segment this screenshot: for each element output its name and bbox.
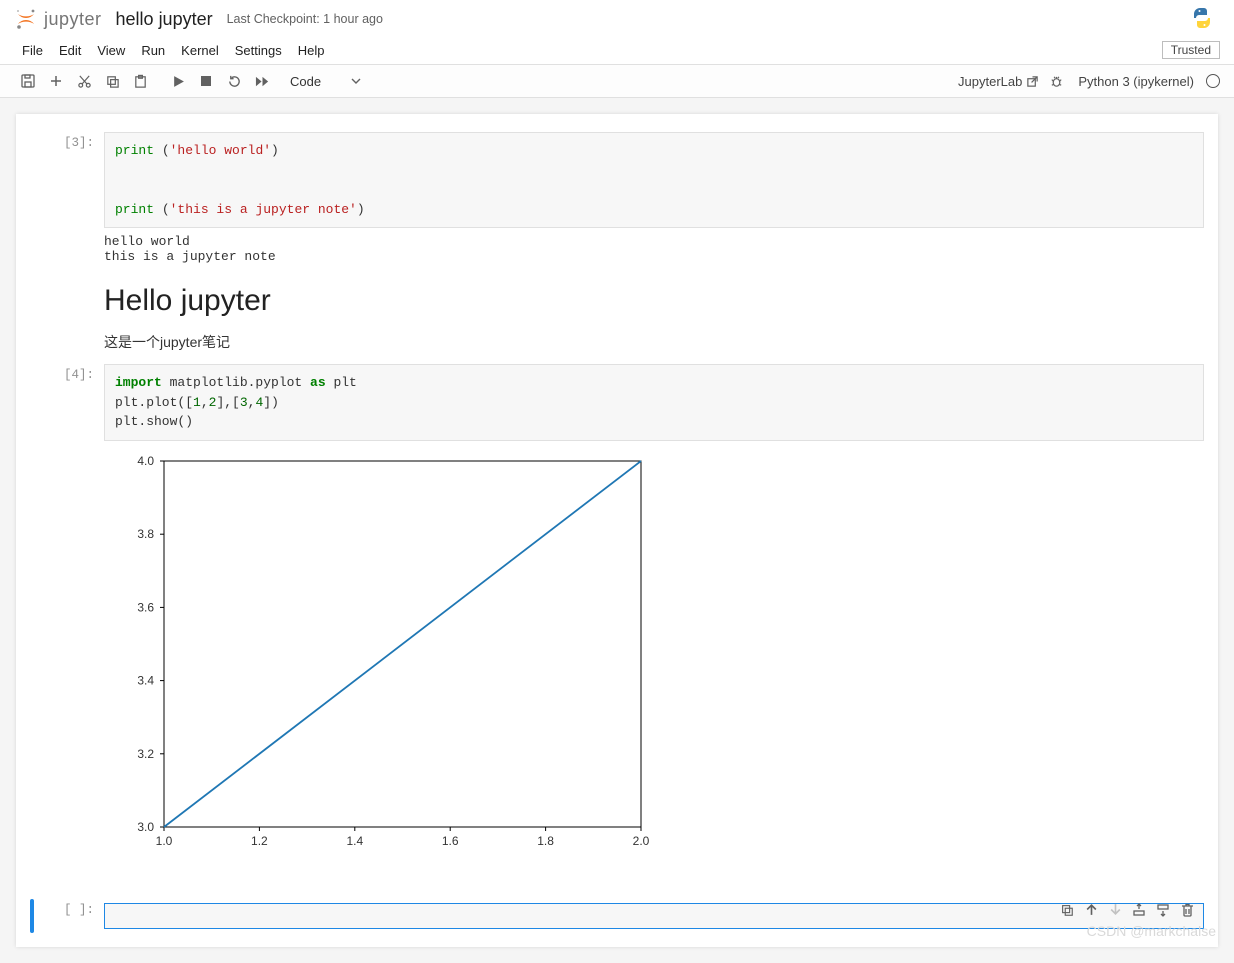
save-icon[interactable]: [14, 68, 42, 94]
jupyter-icon: [14, 7, 38, 31]
interrupt-icon[interactable]: [192, 68, 220, 94]
line-chart: 1.0 1.2 1.4 1.6 1.8 2.0 3.0 3.2 3.4 3.6 3.8 4.0: [104, 449, 659, 859]
python-icon: [1190, 6, 1214, 33]
svg-text:2.0: 2.0: [633, 834, 650, 848]
svg-text:3.2: 3.2: [137, 746, 154, 760]
cell-prompt: [3]:: [16, 132, 104, 264]
svg-text:1.8: 1.8: [537, 834, 554, 848]
code-cell[interactable]: [4]: import matplotlib.pyplot as plt plt…: [16, 360, 1218, 869]
markdown-paragraph: 这是一个jupyter笔记: [104, 332, 1204, 352]
menu-run[interactable]: Run: [133, 40, 173, 61]
code-input[interactable]: print ('hello world') print ('this is a …: [104, 132, 1204, 228]
trusted-badge[interactable]: Trusted: [1162, 41, 1220, 59]
restart-run-all-icon[interactable]: [248, 68, 276, 94]
kernel-name[interactable]: Python 3 (ipykernel): [1074, 74, 1198, 89]
jupyter-logo[interactable]: jupyter: [14, 7, 102, 31]
svg-text:1.2: 1.2: [251, 834, 268, 848]
paste-icon[interactable]: [126, 68, 154, 94]
svg-text:1.4: 1.4: [346, 834, 363, 848]
menu-settings[interactable]: Settings: [227, 40, 290, 61]
menu-edit[interactable]: Edit: [51, 40, 89, 61]
duplicate-cell-icon[interactable]: [1056, 899, 1078, 921]
restart-icon[interactable]: [220, 68, 248, 94]
menu-file[interactable]: File: [14, 40, 51, 61]
celltype-select[interactable]: Code: [284, 72, 367, 91]
cell-toolbar: [1056, 899, 1198, 921]
add-cell-icon[interactable]: [42, 68, 70, 94]
toolbar: Code JupyterLab Python 3 (ipykernel): [0, 64, 1234, 98]
run-icon[interactable]: [164, 68, 192, 94]
cell-prompt: [4]:: [16, 364, 104, 865]
header-bar: jupyter hello jupyter Last Checkpoint: 1…: [0, 0, 1234, 36]
insert-below-icon[interactable]: [1152, 899, 1174, 921]
move-up-icon[interactable]: [1080, 899, 1102, 921]
svg-text:1.6: 1.6: [442, 834, 459, 848]
checkpoint-text: Last Checkpoint: 1 hour ago: [227, 12, 383, 26]
markdown-rendered: Hello jupyter 这是一个jupyter笔记: [104, 272, 1204, 356]
debug-icon[interactable]: [1045, 68, 1068, 94]
code-input[interactable]: import matplotlib.pyplot as plt plt.plot…: [104, 364, 1204, 441]
svg-text:3.6: 3.6: [137, 600, 154, 614]
move-down-icon[interactable]: [1104, 899, 1126, 921]
insert-above-icon[interactable]: [1128, 899, 1150, 921]
chevron-down-icon: [351, 76, 361, 86]
markdown-cell[interactable]: Hello jupyter 这是一个jupyter笔记: [16, 268, 1218, 360]
celltype-label: Code: [290, 74, 321, 89]
delete-cell-icon[interactable]: [1176, 899, 1198, 921]
active-cell-indicator: [30, 899, 34, 933]
menu-bar: File Edit View Run Kernel Settings Help …: [0, 36, 1234, 64]
svg-text:1.0: 1.0: [156, 834, 173, 848]
svg-text:3.4: 3.4: [137, 673, 154, 687]
code-input[interactable]: [104, 903, 1204, 929]
notebook-paper: [3]: print ('hello world') print ('this …: [16, 114, 1218, 947]
svg-text:3.0: 3.0: [137, 820, 154, 834]
menu-kernel[interactable]: Kernel: [173, 40, 227, 61]
menu-view[interactable]: View: [89, 40, 133, 61]
open-jupyterlab-button[interactable]: JupyterLab: [958, 74, 1039, 89]
cut-icon[interactable]: [70, 68, 98, 94]
code-output: hello world this is a jupyter note: [104, 228, 1204, 264]
svg-text:4.0: 4.0: [137, 454, 154, 468]
chart-output: 1.0 1.2 1.4 1.6 1.8 2.0 3.0 3.2 3.4 3.6 3.8 4.0: [104, 441, 1204, 865]
cell-prompt: [16, 272, 104, 356]
kernel-status-icon[interactable]: [1206, 74, 1220, 88]
notebook-area: [3]: print ('hello world') print ('this …: [0, 98, 1234, 963]
svg-text:3.8: 3.8: [137, 527, 154, 541]
active-empty-cell[interactable]: [ ]:: [16, 899, 1218, 933]
markdown-heading: Hello jupyter: [104, 284, 1204, 318]
notebook-title[interactable]: hello jupyter: [116, 9, 213, 30]
code-cell[interactable]: [3]: print ('hello world') print ('this …: [16, 128, 1218, 268]
external-link-icon: [1026, 75, 1039, 88]
jupyter-wordmark: jupyter: [44, 9, 102, 30]
menu-help[interactable]: Help: [290, 40, 333, 61]
copy-icon[interactable]: [98, 68, 126, 94]
